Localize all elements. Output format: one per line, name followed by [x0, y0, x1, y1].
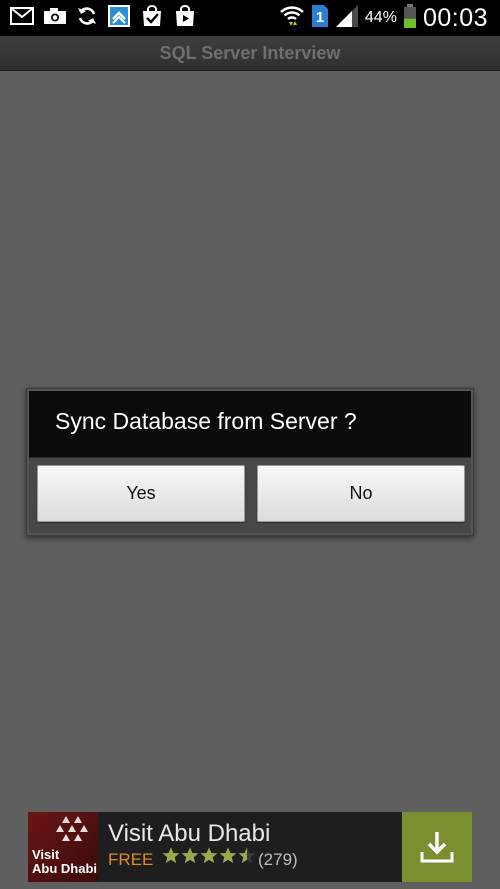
wifi-icon: [279, 3, 305, 33]
dialog-message: Sync Database from Server ?: [55, 408, 357, 434]
star-icon: [238, 847, 256, 864]
clock: 00:03: [422, 3, 488, 32]
signal-icon: [335, 4, 359, 32]
star-icon: [200, 847, 218, 864]
ad-rating: [162, 846, 256, 865]
ad-logo-text: Visit Abu Dhabi: [32, 847, 97, 876]
download-icon: [420, 832, 454, 863]
star-icon: [181, 847, 199, 864]
bag-check-icon: [140, 5, 164, 31]
yes-button[interactable]: Yes: [37, 465, 245, 522]
no-button[interactable]: No: [257, 465, 465, 522]
star-icon: [162, 847, 180, 864]
status-bar: 1 44% 00:03: [0, 0, 500, 36]
camera-icon: [43, 7, 67, 29]
download-button[interactable]: [402, 812, 472, 882]
star-icon: [219, 847, 237, 864]
app-title: SQL Server Interview: [159, 43, 341, 63]
dialog-actions: Yes No: [29, 458, 471, 533]
ad-banner[interactable]: Visit Abu Dhabi Visit Abu Dhabi FREE (27…: [28, 812, 472, 882]
ad-logo: Visit Abu Dhabi: [28, 812, 98, 882]
sync-dialog: Sync Database from Server ? Yes No: [26, 388, 474, 536]
ad-title: Visit Abu Dhabi: [108, 820, 271, 847]
dialog-header: Sync Database from Server ?: [29, 391, 471, 458]
ad-rating-count: (279): [258, 850, 298, 869]
bag-play-icon: [173, 5, 197, 31]
battery-icon: [403, 4, 417, 32]
svg-text:1: 1: [316, 9, 324, 26]
sync-icon: [76, 5, 98, 31]
mail-icon: [10, 7, 34, 29]
sim-icon: 1: [311, 4, 329, 32]
app-icon: [107, 4, 131, 32]
battery-percent: 44%: [364, 9, 397, 26]
app-title-bar: SQL Server Interview: [0, 36, 500, 71]
ad-price: FREE: [108, 850, 154, 869]
ad-logo-pattern-icon: [56, 816, 88, 841]
